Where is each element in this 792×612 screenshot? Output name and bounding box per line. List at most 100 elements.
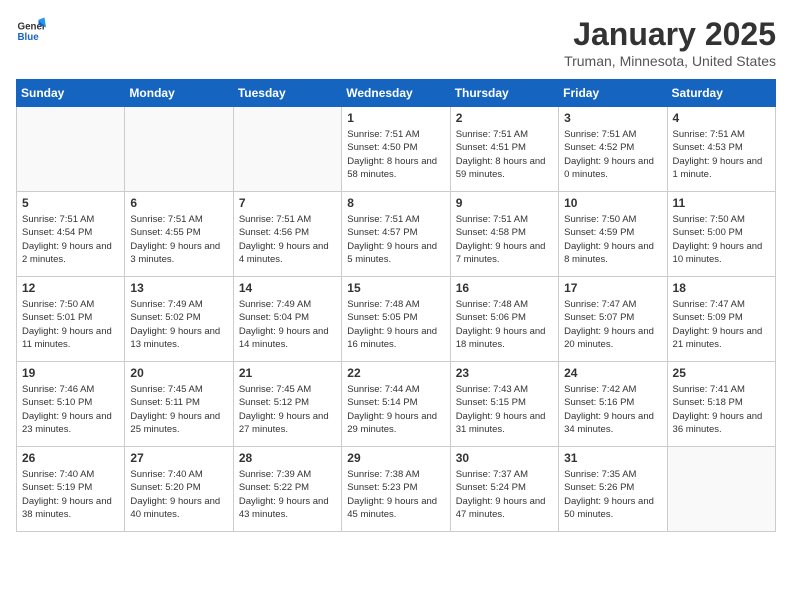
day-info: Sunrise: 7:39 AM Sunset: 5:22 PM Dayligh…	[239, 468, 336, 521]
calendar-cell: 16Sunrise: 7:48 AM Sunset: 5:06 PM Dayli…	[450, 277, 558, 362]
day-info: Sunrise: 7:37 AM Sunset: 5:24 PM Dayligh…	[456, 468, 553, 521]
calendar-cell	[125, 107, 233, 192]
calendar-cell: 29 Sunrise: 7:38 AM Sunset: 5:23 PM Dayli…	[342, 447, 450, 532]
day-number: 31	[564, 451, 661, 465]
calendar-cell: 12Sunrise: 7:50 AM Sunset: 5:01 PM Dayli…	[17, 277, 125, 362]
day-number: 23	[456, 366, 553, 380]
calendar-cell: 27 Sunrise: 7:40 AM Sunset: 5:20 PM Dayli…	[125, 447, 233, 532]
day-info: Sunrise: 7:51 AM Sunset: 4:54 PM Dayligh…	[22, 213, 119, 266]
calendar-cell: 24 Sunrise: 7:42 AM Sunset: 5:16 PM Dayli…	[559, 362, 667, 447]
weekday-header: Wednesday	[342, 80, 450, 107]
month-title: January 2025	[564, 16, 776, 53]
calendar-cell: 13Sunrise: 7:49 AM Sunset: 5:02 PM Dayli…	[125, 277, 233, 362]
weekday-header: Saturday	[667, 80, 775, 107]
calendar-cell	[17, 107, 125, 192]
calendar-cell	[667, 447, 775, 532]
day-info: Sunrise: 7:50 AM Sunset: 5:01 PM Dayligh…	[22, 298, 119, 351]
day-info: Sunrise: 7:45 AM Sunset: 5:11 PM Dayligh…	[130, 383, 227, 436]
page-header: General Blue January 2025 Truman, Minnes…	[16, 16, 776, 69]
day-number: 5	[22, 196, 119, 210]
calendar-cell: 19 Sunrise: 7:46 AM Sunset: 5:10 PM Dayli…	[17, 362, 125, 447]
day-number: 19	[22, 366, 119, 380]
calendar-week-row: 26 Sunrise: 7:40 AM Sunset: 5:19 PM Dayli…	[17, 447, 776, 532]
calendar-cell: 22 Sunrise: 7:44 AM Sunset: 5:14 PM Dayli…	[342, 362, 450, 447]
day-number: 7	[239, 196, 336, 210]
day-info: Sunrise: 7:35 AM Sunset: 5:26 PM Dayligh…	[564, 468, 661, 521]
weekday-header: Monday	[125, 80, 233, 107]
day-info: Sunrise: 7:51 AM Sunset: 4:52 PM Dayligh…	[564, 128, 661, 181]
calendar-cell: 28 Sunrise: 7:39 AM Sunset: 5:22 PM Dayli…	[233, 447, 341, 532]
day-number: 27	[130, 451, 227, 465]
day-number: 21	[239, 366, 336, 380]
calendar-cell: 7 Sunrise: 7:51 AM Sunset: 4:56 PM Daylig…	[233, 192, 341, 277]
day-number: 4	[673, 111, 770, 125]
day-number: 25	[673, 366, 770, 380]
calendar-cell: 18Sunrise: 7:47 AM Sunset: 5:09 PM Dayli…	[667, 277, 775, 362]
day-info: Sunrise: 7:38 AM Sunset: 5:23 PM Dayligh…	[347, 468, 444, 521]
day-info: Sunrise: 7:47 AM Sunset: 5:09 PM Dayligh…	[673, 298, 770, 351]
day-info: Sunrise: 7:40 AM Sunset: 5:20 PM Dayligh…	[130, 468, 227, 521]
calendar-table: SundayMondayTuesdayWednesdayThursdayFrid…	[16, 79, 776, 532]
logo: General Blue	[16, 16, 46, 46]
day-number: 22	[347, 366, 444, 380]
day-info: Sunrise: 7:51 AM Sunset: 4:56 PM Dayligh…	[239, 213, 336, 266]
day-info: Sunrise: 7:46 AM Sunset: 5:10 PM Dayligh…	[22, 383, 119, 436]
day-info: Sunrise: 7:48 AM Sunset: 5:05 PM Dayligh…	[347, 298, 444, 351]
day-info: Sunrise: 7:51 AM Sunset: 4:55 PM Dayligh…	[130, 213, 227, 266]
weekday-header-row: SundayMondayTuesdayWednesdayThursdayFrid…	[17, 80, 776, 107]
day-number: 15	[347, 281, 444, 295]
day-number: 11	[673, 196, 770, 210]
calendar-cell: 15 Sunrise: 7:48 AM Sunset: 5:05 PM Dayli…	[342, 277, 450, 362]
day-number: 3	[564, 111, 661, 125]
title-area: January 2025 Truman, Minnesota, United S…	[564, 16, 776, 69]
day-number: 24	[564, 366, 661, 380]
calendar-cell: 10 Sunrise: 7:50 AM Sunset: 4:59 PM Dayli…	[559, 192, 667, 277]
day-number: 9	[456, 196, 553, 210]
day-info: Sunrise: 7:44 AM Sunset: 5:14 PM Dayligh…	[347, 383, 444, 436]
day-info: Sunrise: 7:47 AM Sunset: 5:07 PM Dayligh…	[564, 298, 661, 351]
calendar-cell: 3 Sunrise: 7:51 AM Sunset: 4:52 PM Daylig…	[559, 107, 667, 192]
weekday-header: Friday	[559, 80, 667, 107]
day-info: Sunrise: 7:40 AM Sunset: 5:19 PM Dayligh…	[22, 468, 119, 521]
day-info: Sunrise: 7:43 AM Sunset: 5:15 PM Dayligh…	[456, 383, 553, 436]
day-info: Sunrise: 7:51 AM Sunset: 4:58 PM Dayligh…	[456, 213, 553, 266]
calendar-cell: 9 Sunrise: 7:51 AM Sunset: 4:58 PM Daylig…	[450, 192, 558, 277]
logo-icon: General Blue	[16, 16, 46, 46]
day-number: 6	[130, 196, 227, 210]
location-title: Truman, Minnesota, United States	[564, 53, 776, 69]
weekday-header: Tuesday	[233, 80, 341, 107]
day-number: 10	[564, 196, 661, 210]
calendar-cell: 11 Sunrise: 7:50 AM Sunset: 5:00 PM Dayli…	[667, 192, 775, 277]
calendar-cell: 30 Sunrise: 7:37 AM Sunset: 5:24 PM Dayli…	[450, 447, 558, 532]
day-info: Sunrise: 7:42 AM Sunset: 5:16 PM Dayligh…	[564, 383, 661, 436]
day-info: Sunrise: 7:50 AM Sunset: 5:00 PM Dayligh…	[673, 213, 770, 266]
calendar-week-row: 12Sunrise: 7:50 AM Sunset: 5:01 PM Dayli…	[17, 277, 776, 362]
weekday-header: Sunday	[17, 80, 125, 107]
day-number: 29	[347, 451, 444, 465]
day-number: 16	[456, 281, 553, 295]
calendar-cell: 8Sunrise: 7:51 AM Sunset: 4:57 PM Daylig…	[342, 192, 450, 277]
day-info: Sunrise: 7:45 AM Sunset: 5:12 PM Dayligh…	[239, 383, 336, 436]
calendar-week-row: 1 Sunrise: 7:51 AM Sunset: 4:50 PM Daylig…	[17, 107, 776, 192]
day-number: 2	[456, 111, 553, 125]
calendar-cell: 1 Sunrise: 7:51 AM Sunset: 4:50 PM Daylig…	[342, 107, 450, 192]
day-number: 1	[347, 111, 444, 125]
calendar-cell: 31 Sunrise: 7:35 AM Sunset: 5:26 PM Dayli…	[559, 447, 667, 532]
day-number: 30	[456, 451, 553, 465]
day-info: Sunrise: 7:49 AM Sunset: 5:04 PM Dayligh…	[239, 298, 336, 351]
day-info: Sunrise: 7:51 AM Sunset: 4:51 PM Dayligh…	[456, 128, 553, 181]
day-info: Sunrise: 7:51 AM Sunset: 4:53 PM Dayligh…	[673, 128, 770, 181]
calendar-cell: 25Sunrise: 7:41 AM Sunset: 5:18 PM Dayli…	[667, 362, 775, 447]
day-number: 14	[239, 281, 336, 295]
day-number: 26	[22, 451, 119, 465]
day-info: Sunrise: 7:51 AM Sunset: 4:50 PM Dayligh…	[347, 128, 444, 181]
calendar-cell: 26 Sunrise: 7:40 AM Sunset: 5:19 PM Dayli…	[17, 447, 125, 532]
weekday-header: Thursday	[450, 80, 558, 107]
calendar-week-row: 19 Sunrise: 7:46 AM Sunset: 5:10 PM Dayli…	[17, 362, 776, 447]
calendar-cell: 5 Sunrise: 7:51 AM Sunset: 4:54 PM Daylig…	[17, 192, 125, 277]
day-info: Sunrise: 7:49 AM Sunset: 5:02 PM Dayligh…	[130, 298, 227, 351]
calendar-cell: 17 Sunrise: 7:47 AM Sunset: 5:07 PM Dayli…	[559, 277, 667, 362]
day-number: 17	[564, 281, 661, 295]
day-number: 28	[239, 451, 336, 465]
day-info: Sunrise: 7:50 AM Sunset: 4:59 PM Dayligh…	[564, 213, 661, 266]
